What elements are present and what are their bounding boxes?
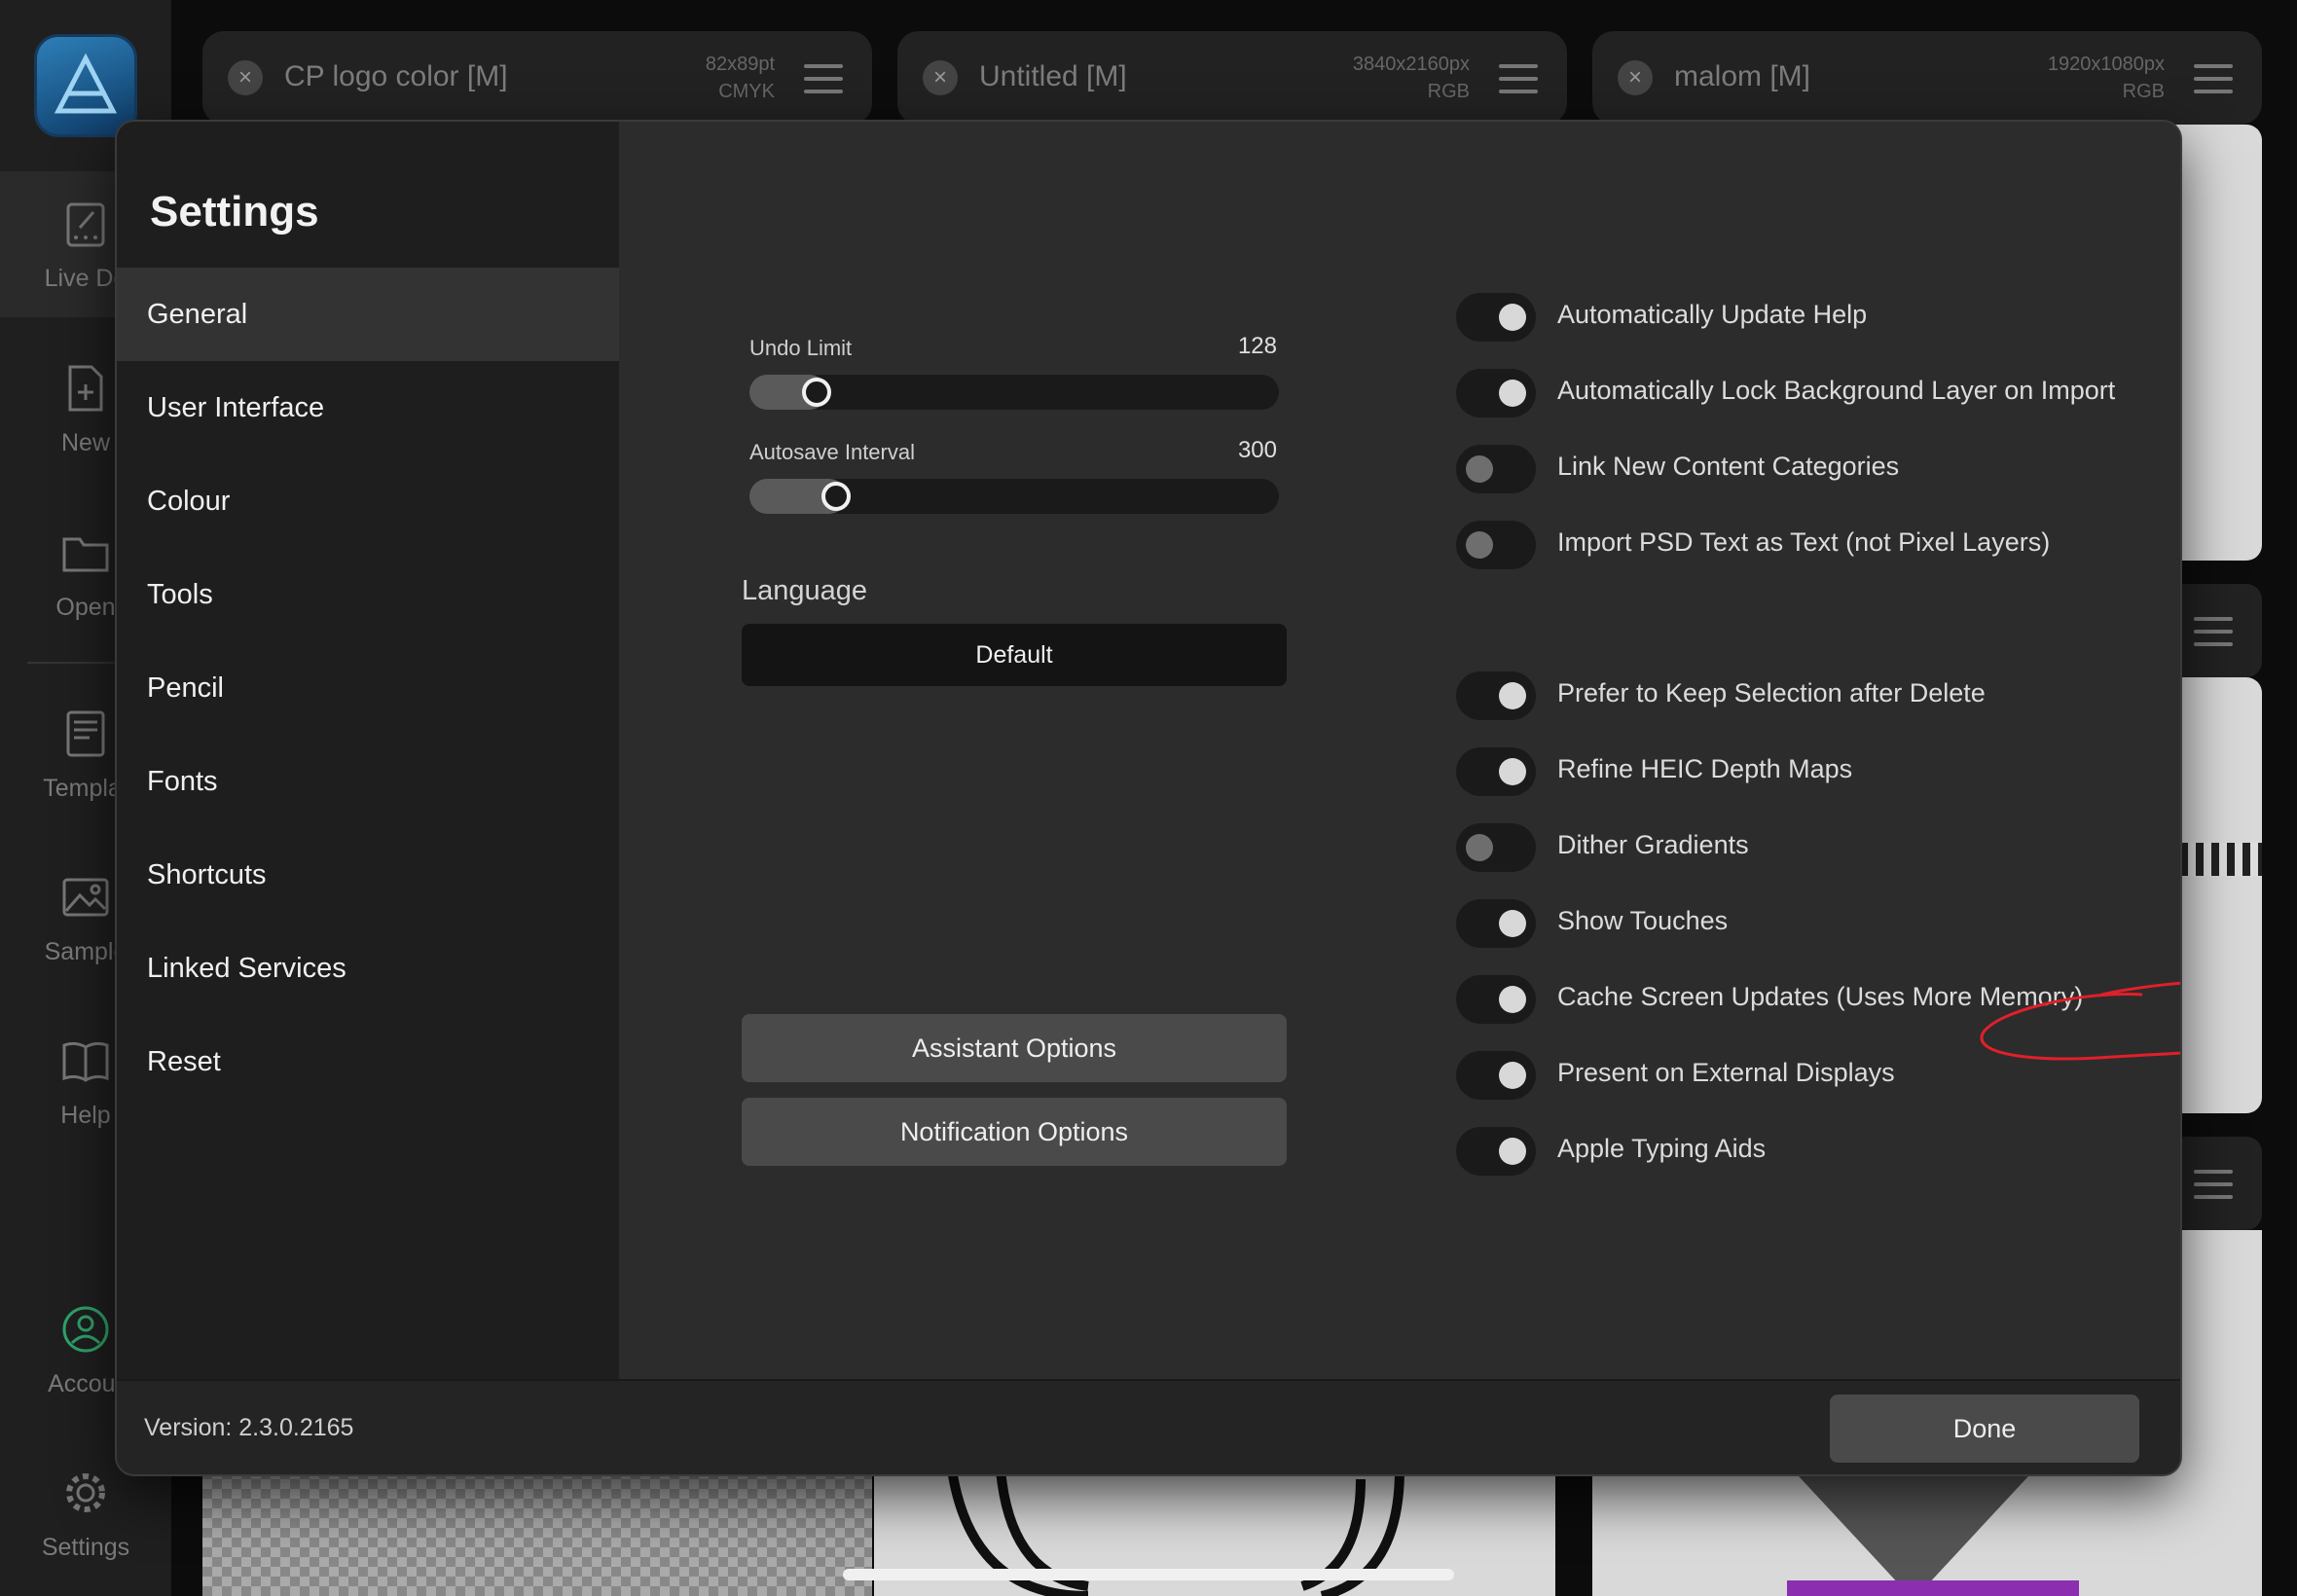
- toggle-knob: [1499, 304, 1526, 331]
- toggle-knob: [1499, 758, 1526, 785]
- toggle-knob: [1499, 910, 1526, 937]
- sidebar-item-label: Settings: [41, 1534, 130, 1561]
- toggle-label: Refine HEIC Depth Maps: [1557, 754, 1853, 783]
- toggle-knob: [1499, 380, 1526, 407]
- document-card[interactable]: × CP logo color [M] 82x89pt CMYK: [202, 31, 872, 125]
- dialog-title: Settings: [150, 188, 319, 236]
- close-icon[interactable]: ×: [1618, 60, 1653, 95]
- nav-item-fonts[interactable]: Fonts: [117, 735, 619, 828]
- language-select[interactable]: Default: [742, 624, 1287, 686]
- toggle-label: Dither Gradients: [1557, 830, 1749, 859]
- toggle-label: Import PSD Text as Text (not Pixel Layer…: [1557, 527, 2051, 557]
- settings-dialog: Settings General User Interface Colour T…: [117, 122, 2180, 1474]
- nav-item-tools[interactable]: Tools: [117, 548, 619, 641]
- toggle-switch-cache-screen-updates-uses-more-memory[interactable]: [1456, 975, 1536, 1024]
- toggle-switch-automatically-update-help[interactable]: [1456, 293, 1536, 342]
- document-name: malom [M]: [1674, 60, 1811, 92]
- book-icon: [62, 1041, 109, 1082]
- document-meta: 82x89pt CMYK: [705, 54, 775, 102]
- shield-shape: [1787, 1464, 2040, 1596]
- undo-limit-value: 128: [1237, 333, 1277, 359]
- undo-limit-label: Undo Limit: [749, 336, 853, 360]
- toggle-label: Apple Typing Aids: [1557, 1134, 1767, 1163]
- nav-item-linked-services[interactable]: Linked Services: [117, 922, 619, 1015]
- notification-options-button[interactable]: Notification Options: [742, 1098, 1287, 1166]
- nav-item-general[interactable]: General: [117, 268, 619, 361]
- new-document-icon: [68, 365, 103, 412]
- document-card[interactable]: × Untitled [M] 3840x2160px RGB: [897, 31, 1567, 125]
- annotation-stroke: [1980, 981, 2180, 1061]
- close-icon[interactable]: ×: [923, 60, 958, 95]
- autosave-interval-value: 300: [1237, 437, 1277, 463]
- menu-icon[interactable]: [2194, 64, 2233, 102]
- folder-icon: [62, 537, 109, 572]
- undo-limit-slider[interactable]: [749, 375, 1279, 410]
- toggle-label: Link New Content Categories: [1557, 452, 1900, 481]
- nav-item-reset[interactable]: Reset: [117, 1015, 619, 1108]
- menu-icon[interactable]: [1499, 64, 1538, 102]
- toggle-knob: [1466, 834, 1493, 861]
- toggle-label: Automatically Update Help: [1557, 300, 1868, 329]
- app-logo-icon: [37, 37, 134, 134]
- document-name: CP logo color [M]: [284, 60, 508, 92]
- assistant-options-button[interactable]: Assistant Options: [742, 1014, 1287, 1082]
- toggle-knob: [1499, 1138, 1526, 1165]
- toggle-switch-dither-gradients[interactable]: [1456, 823, 1536, 872]
- toggle-knob: [1466, 531, 1493, 559]
- settings-nav: Settings General User Interface Colour T…: [117, 122, 619, 1379]
- toggle-label: Automatically Lock Background Layer on I…: [1557, 376, 2116, 405]
- nav-item-colour[interactable]: Colour: [117, 454, 619, 548]
- slider-knob[interactable]: [821, 482, 851, 511]
- document-meta: 3840x2160px RGB: [1352, 54, 1470, 102]
- toggle-switch-prefer-to-keep-selection-after-delete[interactable]: [1456, 671, 1536, 720]
- autosave-interval-slider[interactable]: [749, 479, 1279, 514]
- close-icon[interactable]: ×: [228, 60, 263, 95]
- toggle-switch-import-psd-text-as-text-not-pixel-layers[interactable]: [1456, 521, 1536, 569]
- language-label: Language: [742, 575, 868, 606]
- done-button[interactable]: Done: [1830, 1395, 2139, 1463]
- red-annotation-circle: [1980, 981, 2180, 1061]
- toggle-label: Prefer to Keep Selection after Delete: [1557, 678, 1986, 707]
- toggle-label: Present on External Displays: [1557, 1058, 1895, 1087]
- toggle-switch-automatically-lock-background-layer-on-import[interactable]: [1456, 369, 1536, 417]
- toggle-switch-apple-typing-aids[interactable]: [1456, 1127, 1536, 1176]
- nav-item-pencil[interactable]: Pencil: [117, 641, 619, 735]
- version-text: Version: 2.3.0.2165: [144, 1414, 354, 1441]
- home-indicator[interactable]: [843, 1569, 1454, 1580]
- slider-knob[interactable]: [802, 378, 831, 407]
- toggle-knob: [1499, 1062, 1526, 1089]
- menu-icon[interactable]: [804, 64, 843, 102]
- toggle-switch-link-new-content-categories[interactable]: [1456, 445, 1536, 493]
- settings-content: Undo Limit 128 Autosave Interval 300 Lan…: [619, 122, 2180, 1379]
- document-name: Untitled [M]: [979, 60, 1127, 92]
- toggle-label: Show Touches: [1557, 906, 1729, 935]
- settings-footer: Version: 2.3.0.2165 Done: [117, 1379, 2180, 1474]
- toggle-switch-refine-heic-depth-maps[interactable]: [1456, 747, 1536, 796]
- template-icon: [66, 710, 105, 757]
- nav-item-shortcuts[interactable]: Shortcuts: [117, 828, 619, 922]
- document-preview[interactable]: [202, 1460, 872, 1596]
- menu-icon[interactable]: [2194, 1170, 2233, 1208]
- toggle-knob: [1499, 682, 1526, 709]
- toggle-knob: [1466, 455, 1493, 483]
- autosave-interval-label: Autosave Interval: [749, 440, 915, 464]
- document-card[interactable]: × malom [M] 1920x1080px RGB: [1592, 31, 2262, 125]
- account-icon: [62, 1306, 109, 1353]
- image-icon: [62, 878, 109, 917]
- toggle-switch-show-touches[interactable]: [1456, 899, 1536, 948]
- live-document-icon: [66, 202, 105, 247]
- toggle-switch-present-on-external-displays[interactable]: [1456, 1051, 1536, 1100]
- document-meta: 1920x1080px RGB: [2047, 54, 2165, 102]
- toggle-knob: [1499, 986, 1526, 1013]
- gear-icon: [66, 1473, 105, 1512]
- menu-icon[interactable]: [2194, 617, 2233, 655]
- purple-text-shape: [1787, 1580, 2079, 1596]
- nav-item-user-interface[interactable]: User Interface: [117, 361, 619, 454]
